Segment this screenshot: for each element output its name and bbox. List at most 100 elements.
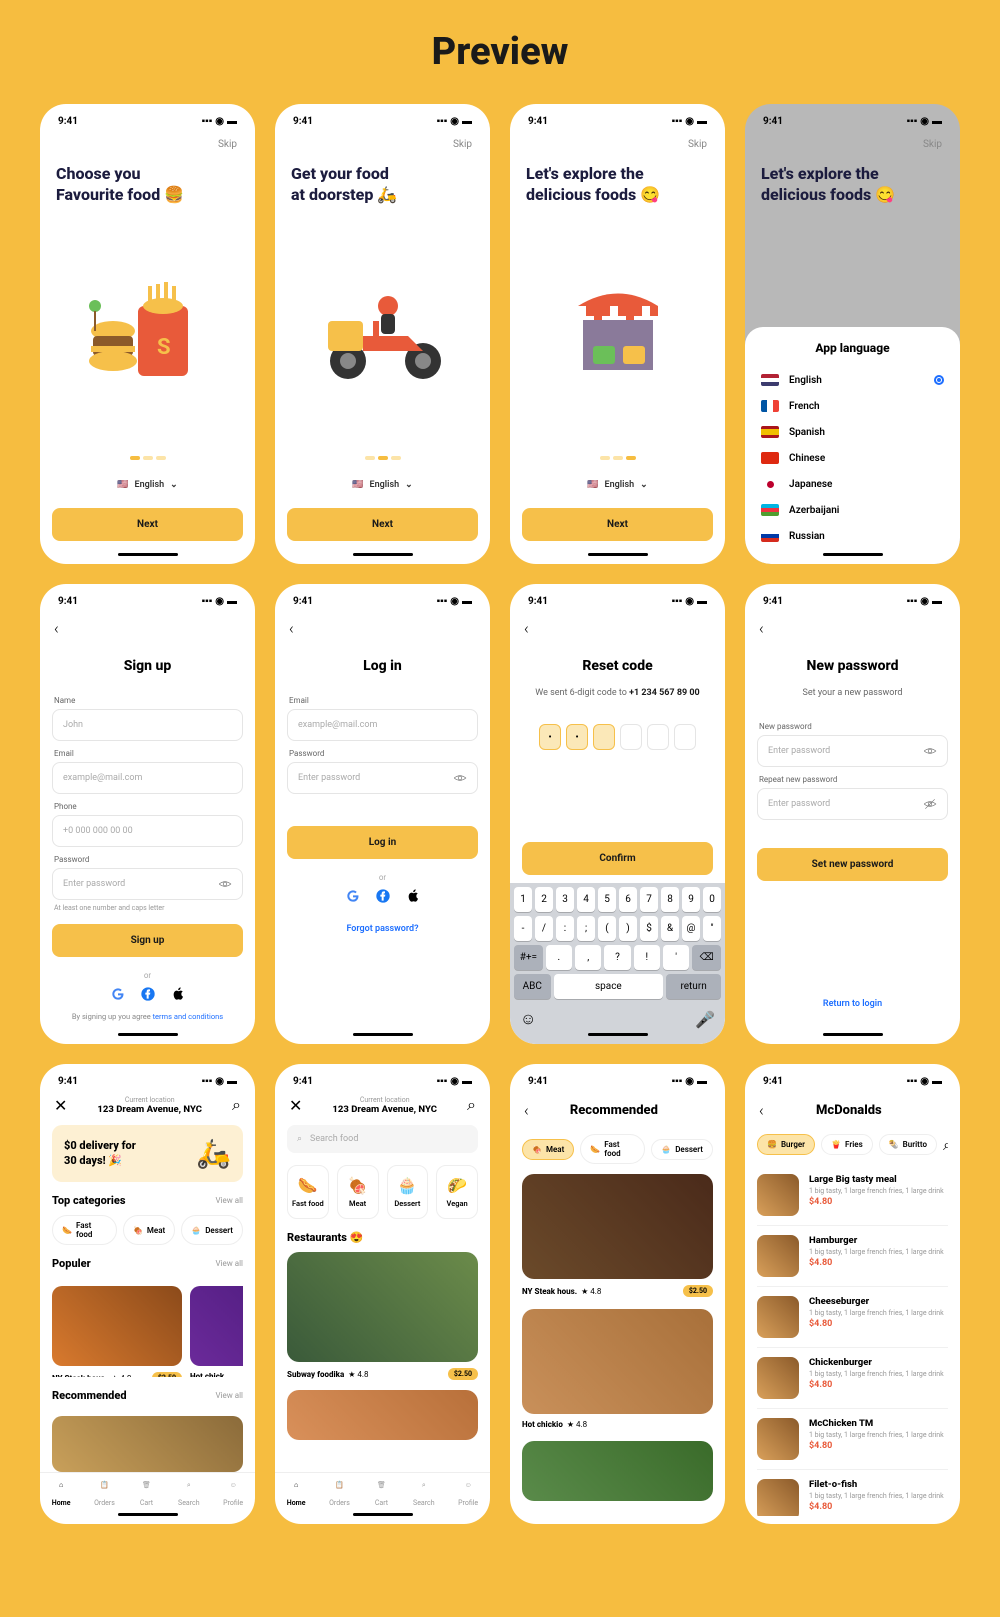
lang-option-english[interactable]: English	[757, 367, 948, 393]
restaurant-card[interactable]: NY Steak hous.★ 4.8$2.50	[52, 1286, 182, 1377]
terms-link[interactable]: terms and conditions	[153, 1012, 224, 1021]
menu-icon[interactable]: ✕	[289, 1096, 302, 1115]
category-chip[interactable]: 🧁Dessert	[181, 1215, 243, 1245]
menu-item[interactable]: Hamburger1 big tasty, 1 large french fri…	[757, 1226, 948, 1287]
return-login-link[interactable]: Return to login	[757, 999, 948, 1009]
key[interactable]: @	[682, 916, 700, 941]
key[interactable]: ;	[577, 916, 595, 941]
back-button[interactable]: ‹	[522, 1097, 531, 1124]
category-card[interactable]: 🍖Meat	[337, 1165, 379, 1219]
key-symbols[interactable]: #+=	[514, 945, 543, 970]
key[interactable]: &	[661, 916, 679, 941]
tab-cart[interactable]: 🗑Cart	[373, 1481, 389, 1507]
code-digit[interactable]	[674, 724, 696, 750]
key[interactable]: ?	[604, 945, 630, 970]
language-selector[interactable]: 🇺🇸English⌄	[287, 480, 478, 490]
key[interactable]: 2	[535, 887, 553, 912]
set-password-button[interactable]: Set new password	[757, 848, 948, 881]
restaurant-image[interactable]	[287, 1252, 478, 1362]
key-return[interactable]: return	[666, 974, 721, 999]
next-button[interactable]: Next	[522, 508, 713, 541]
code-digit[interactable]	[593, 724, 615, 750]
login-button[interactable]: Log in	[287, 826, 478, 859]
key[interactable]: .	[546, 945, 572, 970]
category-chip[interactable]: 🌭Fast food	[52, 1215, 117, 1245]
filter-chip[interactable]: 🍔Burger	[757, 1134, 815, 1155]
phone-input[interactable]: +0 000 000 00 00	[52, 815, 243, 847]
key[interactable]: )	[619, 916, 637, 941]
key[interactable]: 7	[640, 887, 658, 912]
lang-option-spanish[interactable]: Spanish	[757, 419, 948, 445]
key-abc[interactable]: ABC	[514, 974, 551, 999]
category-card[interactable]: 🌮Vegan	[436, 1165, 478, 1219]
eye-icon[interactable]	[453, 771, 467, 785]
lang-option-russian[interactable]: Russian	[757, 523, 948, 549]
recommended-card[interactable]	[52, 1416, 243, 1472]
key[interactable]: 3	[556, 887, 574, 912]
skip-button[interactable]: Skip	[52, 135, 243, 154]
key[interactable]: ,	[575, 945, 601, 970]
back-button[interactable]: ‹	[757, 1097, 766, 1124]
search-input[interactable]: ⌕Search food	[287, 1125, 478, 1153]
signup-button[interactable]: Sign up	[52, 924, 243, 957]
code-digit[interactable]: •	[539, 724, 561, 750]
restaurant-card[interactable]: Hot chick	[190, 1286, 243, 1377]
search-icon[interactable]: ⌕	[943, 1135, 948, 1155]
google-icon[interactable]	[345, 888, 361, 904]
filter-chip[interactable]: 🌯Buritto	[879, 1134, 937, 1155]
menu-item[interactable]: Large Big tasty meal1 big tasty, 1 large…	[757, 1165, 948, 1226]
back-button[interactable]: ‹	[757, 615, 948, 642]
menu-item[interactable]: Cheeseburger1 big tasty, 1 large french …	[757, 1287, 948, 1348]
apple-icon[interactable]	[170, 986, 186, 1002]
repeat-password-input[interactable]: Enter password	[757, 788, 948, 820]
filter-chip[interactable]: 🧁Dessert	[651, 1139, 713, 1160]
name-input[interactable]: John	[52, 709, 243, 741]
filter-chip[interactable]: 🍟Fries	[821, 1134, 873, 1155]
language-selector[interactable]: 🇺🇸English⌄	[522, 480, 713, 490]
eye-icon[interactable]	[923, 744, 937, 758]
lang-option-azerbaijani[interactable]: Azerbaijani	[757, 497, 948, 523]
back-button[interactable]: ‹	[287, 615, 478, 642]
lang-option-chinese[interactable]: Chinese	[757, 445, 948, 471]
menu-item[interactable]: Chickenburger1 big tasty, 1 large french…	[757, 1348, 948, 1409]
key[interactable]: 1	[514, 887, 532, 912]
key[interactable]: (	[598, 916, 616, 941]
key[interactable]: 8	[661, 887, 679, 912]
filter-chip[interactable]: 🍖Meat	[522, 1139, 574, 1160]
filter-chip[interactable]: 🌭Fast food	[580, 1134, 645, 1164]
category-card[interactable]: 🌭Fast food	[287, 1165, 329, 1219]
password-input[interactable]: Enter password	[287, 762, 478, 794]
category-card[interactable]: 🧁Dessert	[387, 1165, 429, 1219]
tab-search[interactable]: ⌕Search	[413, 1481, 435, 1507]
forgot-password-link[interactable]: Forgot password?	[287, 924, 478, 934]
tab-profile[interactable]: ☺Profile	[458, 1481, 478, 1507]
key-backspace[interactable]: ⌫	[692, 945, 721, 970]
tab-home[interactable]: ⌂Home	[52, 1481, 71, 1507]
key[interactable]: $	[640, 916, 658, 941]
email-input[interactable]: example@mail.com	[287, 709, 478, 741]
search-icon[interactable]: ⌕	[232, 1095, 241, 1115]
view-all-link[interactable]: View all	[215, 1391, 243, 1400]
key[interactable]: -	[514, 916, 532, 941]
skip-button[interactable]: Skip	[757, 135, 948, 154]
menu-item[interactable]: McChicken TM1 big tasty, 1 large french …	[757, 1409, 948, 1470]
back-button[interactable]: ‹	[52, 615, 243, 642]
eye-off-icon[interactable]	[923, 797, 937, 811]
lang-option-french[interactable]: French	[757, 393, 948, 419]
tab-profile[interactable]: ☺Profile	[223, 1481, 243, 1507]
menu-item[interactable]: Filet-o-fish1 big tasty, 1 large french …	[757, 1470, 948, 1516]
facebook-icon[interactable]	[375, 888, 391, 904]
tab-orders[interactable]: 📋Orders	[329, 1481, 350, 1507]
key[interactable]: 9	[682, 887, 700, 912]
key[interactable]: "	[703, 916, 721, 941]
key-space[interactable]: space	[554, 974, 664, 999]
restaurant-image[interactable]	[287, 1390, 478, 1440]
key[interactable]: '	[663, 945, 689, 970]
eye-icon[interactable]	[218, 877, 232, 891]
tab-orders[interactable]: 📋Orders	[94, 1481, 115, 1507]
lang-option-japanese[interactable]: Japanese	[757, 471, 948, 497]
tab-search[interactable]: ⌕Search	[178, 1481, 200, 1507]
key[interactable]: !	[634, 945, 660, 970]
google-icon[interactable]	[110, 986, 126, 1002]
location-value[interactable]: 123 Dream Avenue, NYC	[67, 1104, 232, 1115]
